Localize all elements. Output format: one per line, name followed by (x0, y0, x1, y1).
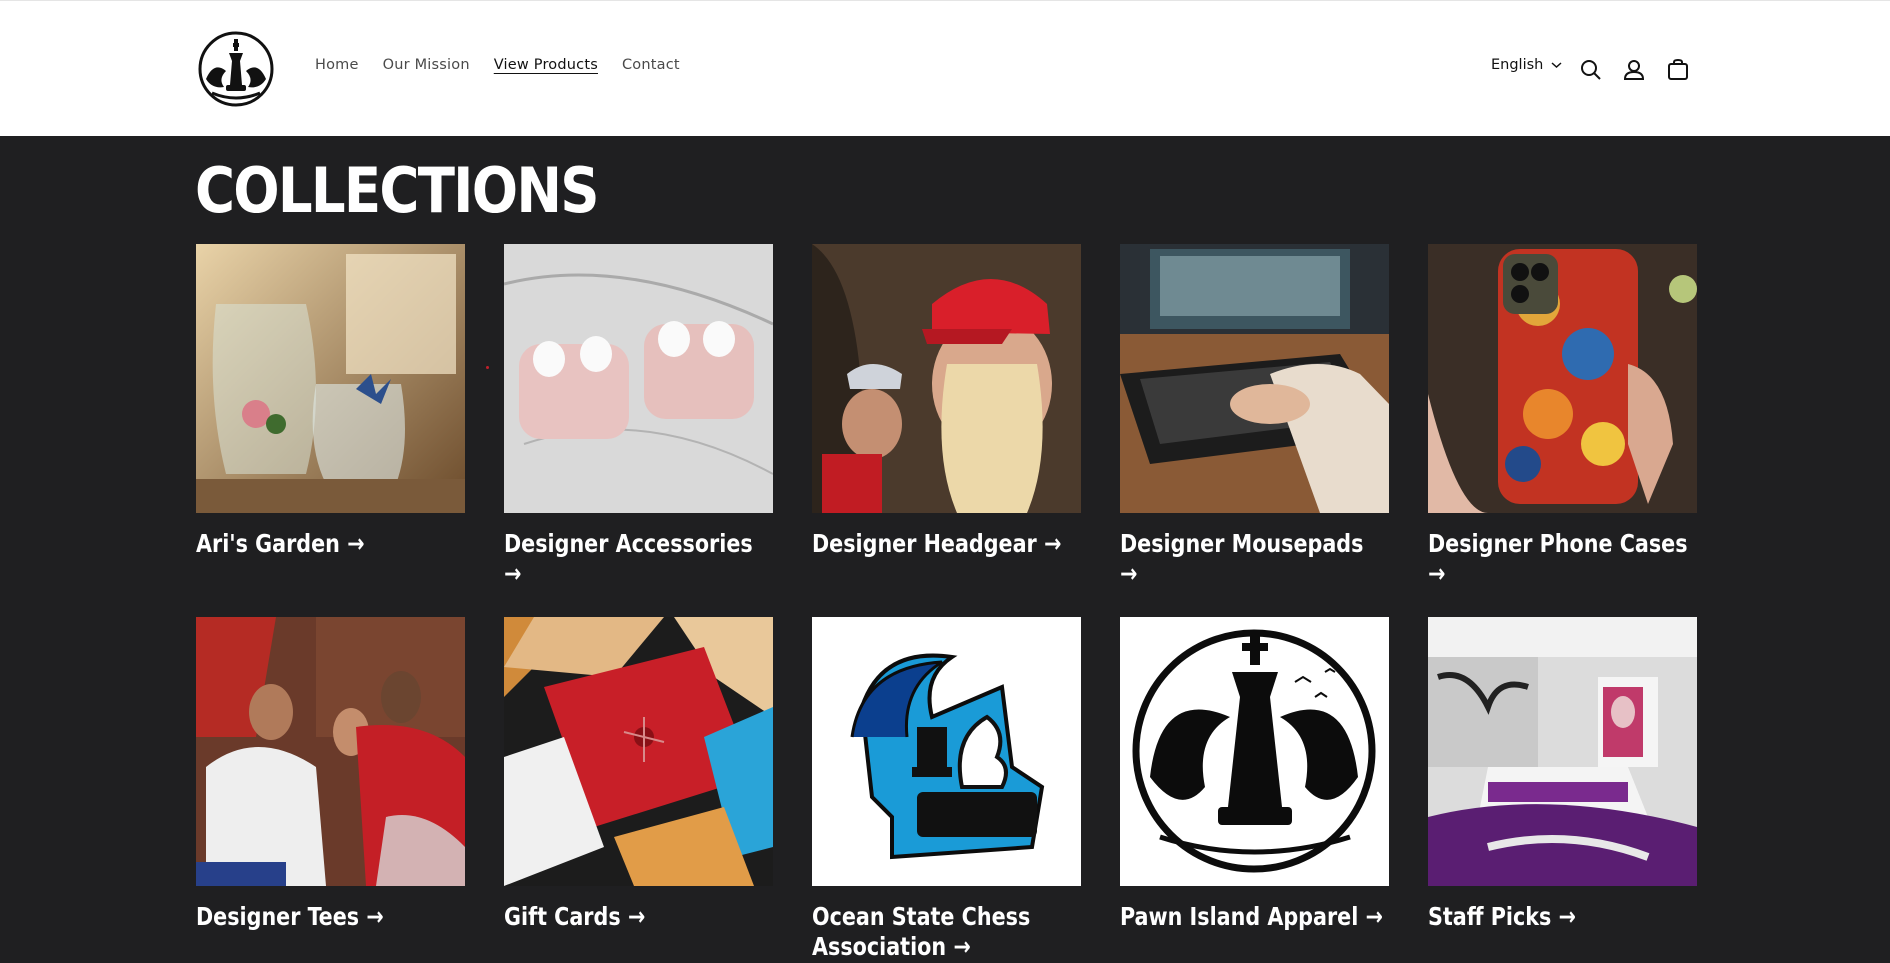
collection-title[interactable]: Staff Picks → (1428, 902, 1695, 932)
collection-card[interactable]: Pawn Island Apparel → (1120, 617, 1389, 932)
collection-card[interactable]: Designer Phone Cases → (1428, 244, 1697, 589)
collection-image (1120, 617, 1389, 886)
collection-card[interactable]: Designer Mousepads → (1120, 244, 1389, 589)
collection-title[interactable]: Gift Cards → (504, 902, 771, 932)
collections-grid: Ari's Garden → Designer Accessories → De… (0, 0, 1890, 963)
collection-title[interactable]: Pawn Island Apparel → (1120, 902, 1387, 932)
collection-title[interactable]: Ari's Garden → (196, 529, 463, 559)
collection-card[interactable]: Designer Accessories → (504, 244, 773, 589)
collection-card[interactable]: Designer Tees → (196, 617, 465, 932)
collection-image (812, 244, 1081, 513)
decorative-dot (486, 366, 489, 369)
collection-title[interactable]: Designer Mousepads → (1120, 529, 1387, 589)
collection-image (1428, 617, 1697, 886)
collection-image (1428, 244, 1697, 513)
collection-card[interactable]: Staff Picks → (1428, 617, 1697, 932)
collection-image (1120, 244, 1389, 513)
collection-title[interactable]: Ocean State Chess Association → (812, 902, 1079, 962)
collection-title[interactable]: Designer Tees → (196, 902, 463, 932)
collection-card[interactable]: Designer Headgear → (812, 244, 1081, 559)
collection-image (504, 244, 773, 513)
collection-card[interactable]: Ocean State Chess Association → (812, 617, 1081, 962)
collection-image (196, 617, 465, 886)
collection-card[interactable]: Ari's Garden → (196, 244, 465, 559)
collection-title[interactable]: Designer Phone Cases → (1428, 529, 1695, 589)
collection-image (812, 617, 1081, 886)
collection-title[interactable]: Designer Headgear → (812, 529, 1079, 559)
collection-title[interactable]: Designer Accessories → (504, 529, 771, 589)
collection-card[interactable]: Gift Cards → (504, 617, 773, 932)
collection-image (504, 617, 773, 886)
collection-image (196, 244, 465, 513)
